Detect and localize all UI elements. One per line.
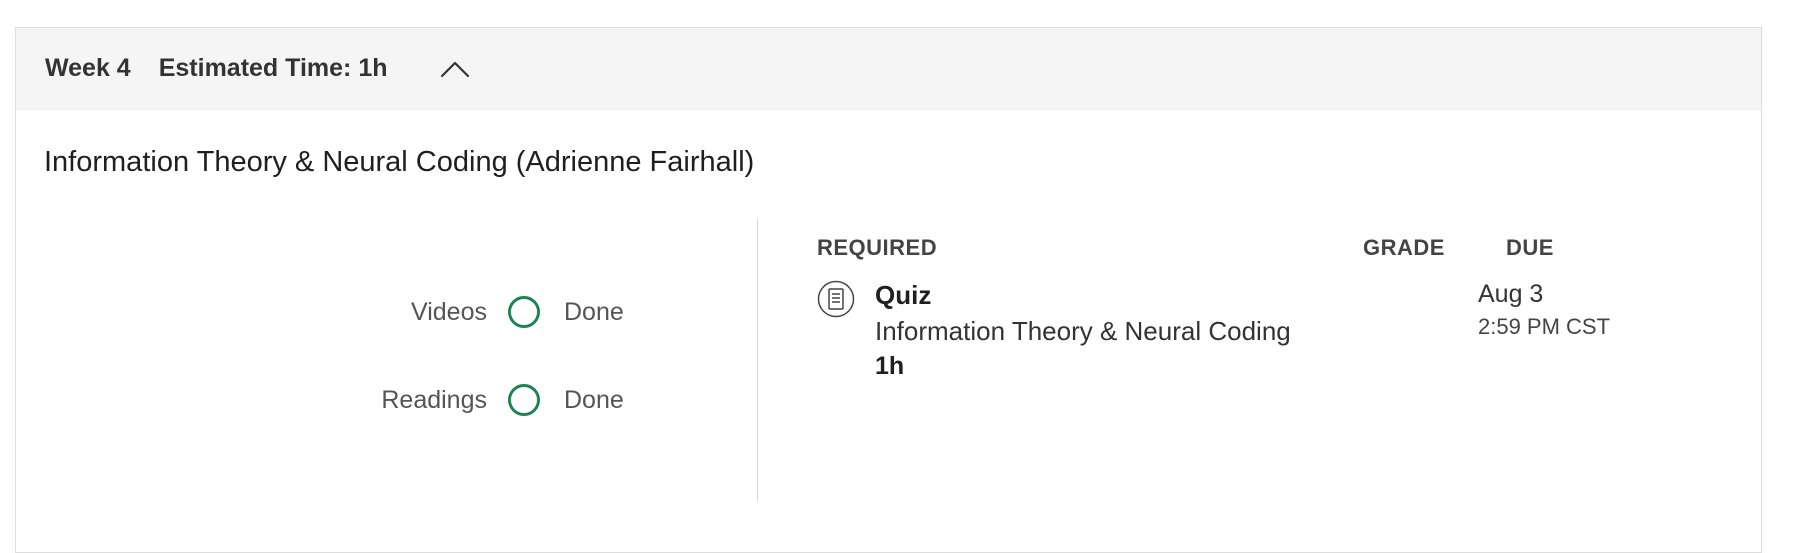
progress-videos: Videos Done	[411, 290, 630, 334]
progress-label: Videos	[411, 297, 487, 326]
progress-ring-icon	[508, 384, 540, 416]
progress-label: Readings	[381, 385, 487, 414]
chevron-up-icon[interactable]	[438, 52, 472, 86]
item-name-link[interactable]: Information Theory & Neural Coding	[875, 316, 1291, 347]
progress-status: Done	[564, 385, 624, 414]
week-label: Week 4	[45, 54, 131, 82]
header-grade: GRADE	[1363, 235, 1445, 260]
column-divider	[757, 219, 758, 501]
item-duration: 1h	[875, 352, 905, 380]
module-title: Information Theory & Neural Coding (Adri…	[44, 146, 755, 178]
due-date: Aug 3	[1478, 280, 1544, 308]
progress-readings: Readings Done	[381, 378, 630, 422]
due-time: 2:59 PM CST	[1478, 314, 1611, 339]
header-required: REQUIRED	[817, 235, 938, 260]
quiz-icon[interactable]	[817, 280, 855, 318]
progress-status: Done	[564, 297, 624, 326]
progress-ring-icon	[508, 296, 540, 328]
week-header[interactable]: Week 4 Estimated Time: 1h	[16, 28, 1761, 110]
estimated-time: Estimated Time: 1h	[158, 54, 388, 82]
item-type: Quiz	[875, 280, 932, 310]
header-due: DUE	[1506, 235, 1554, 260]
